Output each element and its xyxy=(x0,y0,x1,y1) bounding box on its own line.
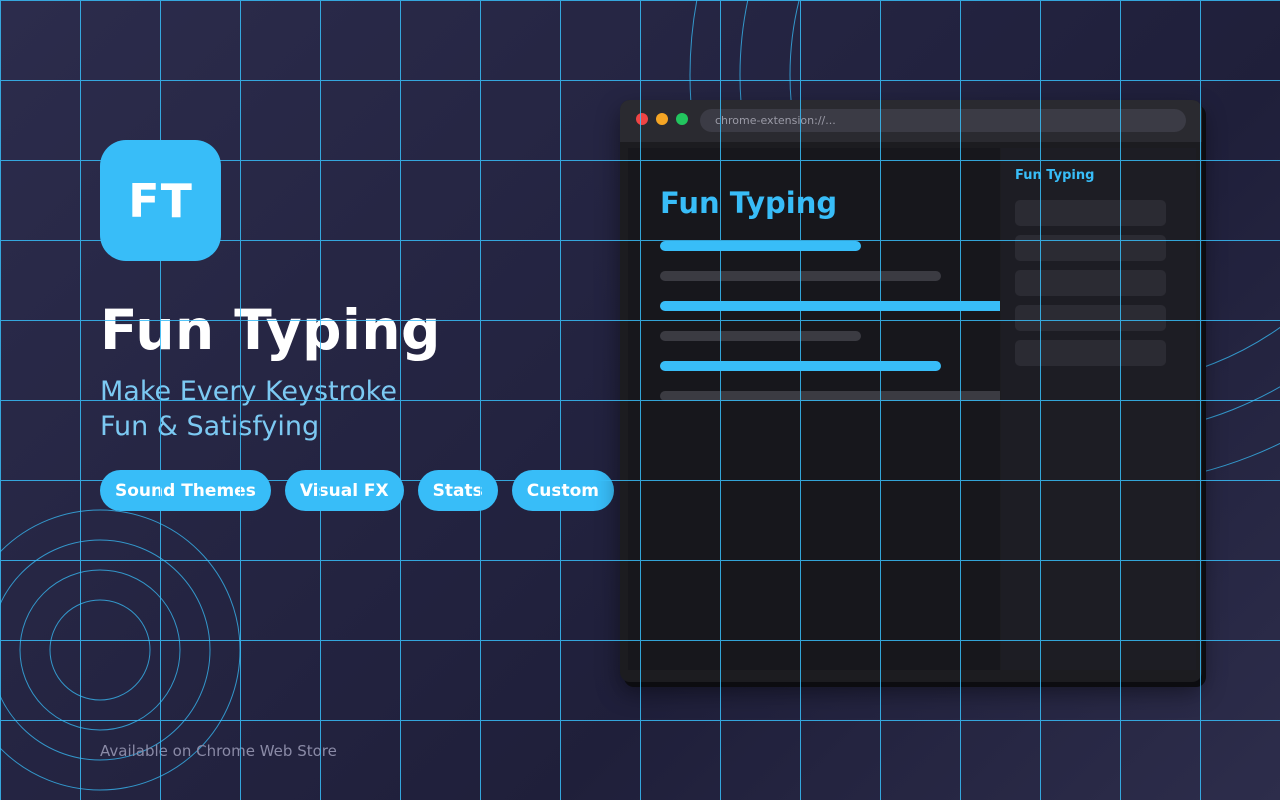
placeholder-line xyxy=(660,361,941,371)
chip-visual-fx: Visual FX xyxy=(284,470,404,511)
chip-sound-themes: Sound Themes xyxy=(100,470,271,511)
chip-custom: Custom xyxy=(511,470,614,511)
extension-sidebar: Fun Typing xyxy=(1001,148,1196,670)
close-window-dot xyxy=(636,113,648,125)
placeholder-line xyxy=(660,391,1000,401)
sidebar-row xyxy=(1015,270,1166,296)
tagline-line-2: Fun & Satisfying xyxy=(100,411,320,442)
browser-mockup: chrome-extension://... Fun Typing Fun Ty… xyxy=(620,100,1202,682)
app-title: Fun Typing xyxy=(100,298,441,362)
feature-chips: Sound Themes Visual FX Stats Custom xyxy=(100,470,628,511)
address-bar: chrome-extension://... xyxy=(700,109,1186,132)
sidebar-row xyxy=(1015,235,1166,261)
placeholder-line xyxy=(660,301,1000,311)
store-availability: Available on Chrome Web Store xyxy=(100,742,337,760)
placeholder-line xyxy=(660,271,941,281)
sidebar-row xyxy=(1015,305,1166,331)
minimize-window-dot xyxy=(656,113,668,125)
sidebar-row xyxy=(1015,200,1166,226)
sidebar-title: Fun Typing xyxy=(1015,168,1095,183)
extension-main-pane: Fun Typing xyxy=(628,148,1000,670)
tagline: Make Every Keystroke Fun & Satisfying xyxy=(100,374,397,444)
app-logo: FT xyxy=(100,140,221,261)
maximize-window-dot xyxy=(676,113,688,125)
preview-title: Fun Typing xyxy=(660,186,838,220)
sidebar-row xyxy=(1015,340,1166,366)
logo-text: FT xyxy=(128,173,193,228)
tagline-line-1: Make Every Keystroke xyxy=(100,376,397,407)
placeholder-line xyxy=(660,331,861,341)
chip-stats: Stats xyxy=(417,470,498,511)
promo-canvas: FT Fun Typing Make Every Keystroke Fun &… xyxy=(0,0,1280,800)
placeholder-line xyxy=(660,241,861,251)
browser-toolbar: chrome-extension://... xyxy=(620,100,1202,142)
